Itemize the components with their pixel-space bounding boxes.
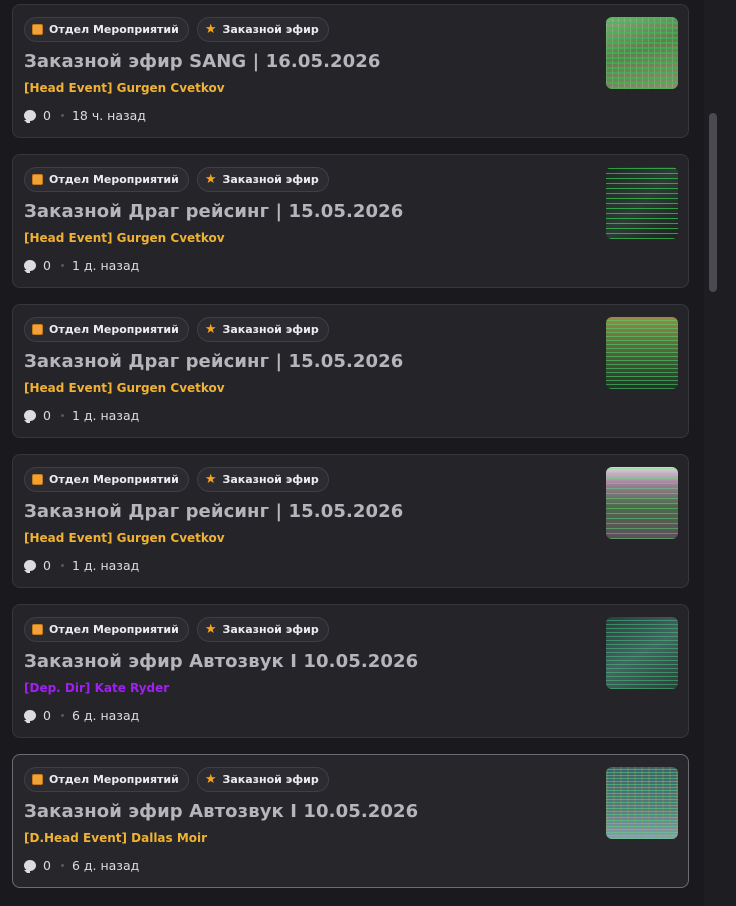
comment-icon — [24, 410, 36, 423]
comment-count: 0 — [43, 558, 51, 573]
separator-dot — [60, 864, 64, 867]
comment-count: 0 — [43, 708, 51, 723]
post-title[interactable]: Заказной Драг рейсинг | 15.05.2026 — [24, 351, 403, 372]
comment-count: 0 — [43, 408, 51, 423]
department-icon — [32, 624, 43, 635]
separator-dot — [60, 114, 64, 117]
post-meta: 0 1 д. назад — [24, 258, 139, 273]
forum-post-list: Отдел Мероприятий ★ Заказной эфир Заказно… — [0, 0, 704, 906]
post-tags: Отдел Мероприятий ★ Заказной эфир — [24, 617, 329, 642]
star-icon: ★ — [204, 772, 217, 787]
comment-count: 0 — [43, 108, 51, 123]
post-thumbnail[interactable] — [606, 167, 678, 239]
tag-department[interactable]: Отдел Мероприятий — [24, 467, 189, 492]
tag-custom-broadcast[interactable]: ★ Заказной эфир — [196, 167, 329, 192]
post-title[interactable]: Заказной эфир Автозвук I 10.05.2026 — [24, 651, 418, 672]
scrollbar-thumb[interactable] — [709, 113, 717, 292]
separator-dot — [60, 564, 64, 567]
comment-count: 0 — [43, 858, 51, 873]
comment-icon — [24, 110, 36, 123]
tag-department[interactable]: Отдел Мероприятий — [24, 17, 189, 42]
star-icon: ★ — [204, 322, 217, 337]
post-tags: Отдел Мероприятий ★ Заказной эфир — [24, 17, 329, 42]
star-icon: ★ — [204, 22, 217, 37]
post-thumbnail[interactable] — [606, 617, 678, 689]
post-time: 6 д. назад — [71, 708, 140, 723]
post-card[interactable]: Отдел Мероприятий ★ Заказной эфир Заказно… — [12, 4, 689, 138]
tag-department[interactable]: Отдел Мероприятий — [24, 167, 189, 192]
department-icon — [32, 774, 43, 785]
star-icon: ★ — [204, 622, 217, 637]
post-time: 6 д. назад — [71, 858, 140, 873]
tag-label: Заказной эфир — [222, 173, 319, 186]
tag-department[interactable]: Отдел Мероприятий — [24, 617, 189, 642]
post-meta: 0 1 д. назад — [24, 408, 139, 423]
tag-label: Отдел Мероприятий — [49, 623, 179, 636]
post-time: 1 д. назад — [71, 408, 140, 423]
post-tags: Отдел Мероприятий ★ Заказной эфир — [24, 767, 329, 792]
post-title[interactable]: Заказной Драг рейсинг | 15.05.2026 — [24, 501, 403, 522]
post-author[interactable]: [Head Event] Gurgen Cvetkov — [24, 531, 225, 545]
post-author[interactable]: [D.Head Event] Dallas Moir — [24, 831, 207, 845]
tag-label: Заказной эфир — [222, 23, 319, 36]
comment-icon — [24, 860, 36, 873]
post-time: 18 ч. назад — [71, 108, 146, 123]
tag-custom-broadcast[interactable]: ★ Заказной эфир — [196, 467, 329, 492]
tag-label: Заказной эфир — [222, 773, 319, 786]
tag-label: Отдел Мероприятий — [49, 473, 179, 486]
post-tags: Отдел Мероприятий ★ Заказной эфир — [24, 467, 329, 492]
post-meta: 0 6 д. назад — [24, 858, 139, 873]
post-card[interactable]: Отдел Мероприятий ★ Заказной эфир Заказно… — [12, 604, 689, 738]
tag-label: Отдел Мероприятий — [49, 773, 179, 786]
star-icon: ★ — [204, 472, 217, 487]
tag-label: Заказной эфир — [222, 473, 319, 486]
post-card[interactable]: Отдел Мероприятий ★ Заказной эфир Заказно… — [12, 154, 689, 288]
department-icon — [32, 324, 43, 335]
post-time: 1 д. назад — [71, 558, 140, 573]
post-meta: 0 18 ч. назад — [24, 108, 146, 123]
tag-department[interactable]: Отдел Мероприятий — [24, 317, 189, 342]
post-title[interactable]: Заказной Драг рейсинг | 15.05.2026 — [24, 201, 403, 222]
post-tags: Отдел Мероприятий ★ Заказной эфир — [24, 167, 329, 192]
post-tags: Отдел Мероприятий ★ Заказной эфир — [24, 317, 329, 342]
post-author[interactable]: [Head Event] Gurgen Cvetkov — [24, 81, 225, 95]
separator-dot — [60, 414, 64, 417]
comment-count: 0 — [43, 258, 51, 273]
post-thumbnail[interactable] — [606, 767, 678, 839]
tag-custom-broadcast[interactable]: ★ Заказной эфир — [196, 767, 329, 792]
tag-label: Заказной эфир — [222, 623, 319, 636]
tag-label: Отдел Мероприятий — [49, 23, 179, 36]
tag-department[interactable]: Отдел Мероприятий — [24, 767, 189, 792]
post-title[interactable]: Заказной эфир SANG | 16.05.2026 — [24, 51, 381, 72]
post-thumbnail[interactable] — [606, 17, 678, 89]
post-author[interactable]: [Head Event] Gurgen Cvetkov — [24, 231, 225, 245]
department-icon — [32, 174, 43, 185]
post-meta: 0 1 д. назад — [24, 558, 139, 573]
tag-custom-broadcast[interactable]: ★ Заказной эфир — [196, 17, 329, 42]
tag-label: Заказной эфир — [222, 323, 319, 336]
post-card[interactable]: Отдел Мероприятий ★ Заказной эфир Заказно… — [12, 304, 689, 438]
post-author[interactable]: [Head Event] Gurgen Cvetkov — [24, 381, 225, 395]
post-thumbnail[interactable] — [606, 317, 678, 389]
star-icon: ★ — [204, 172, 217, 187]
comment-icon — [24, 710, 36, 723]
tag-custom-broadcast[interactable]: ★ Заказной эфир — [196, 617, 329, 642]
post-time: 1 д. назад — [71, 258, 140, 273]
tag-label: Отдел Мероприятий — [49, 173, 179, 186]
post-title[interactable]: Заказной эфир Автозвук I 10.05.2026 — [24, 801, 418, 822]
department-icon — [32, 24, 43, 35]
post-card[interactable]: Отдел Мероприятий ★ Заказной эфир Заказно… — [12, 454, 689, 588]
separator-dot — [60, 714, 64, 717]
separator-dot — [60, 264, 64, 267]
post-thumbnail[interactable] — [606, 467, 678, 539]
department-icon — [32, 474, 43, 485]
post-meta: 0 6 д. назад — [24, 708, 139, 723]
tag-label: Отдел Мероприятий — [49, 323, 179, 336]
post-author[interactable]: [Dep. Dir] Kate Ryder — [24, 681, 169, 695]
comment-icon — [24, 260, 36, 273]
tag-custom-broadcast[interactable]: ★ Заказной эфир — [196, 317, 329, 342]
post-card[interactable]: Отдел Мероприятий ★ Заказной эфир Заказно… — [12, 754, 689, 888]
comment-icon — [24, 560, 36, 573]
